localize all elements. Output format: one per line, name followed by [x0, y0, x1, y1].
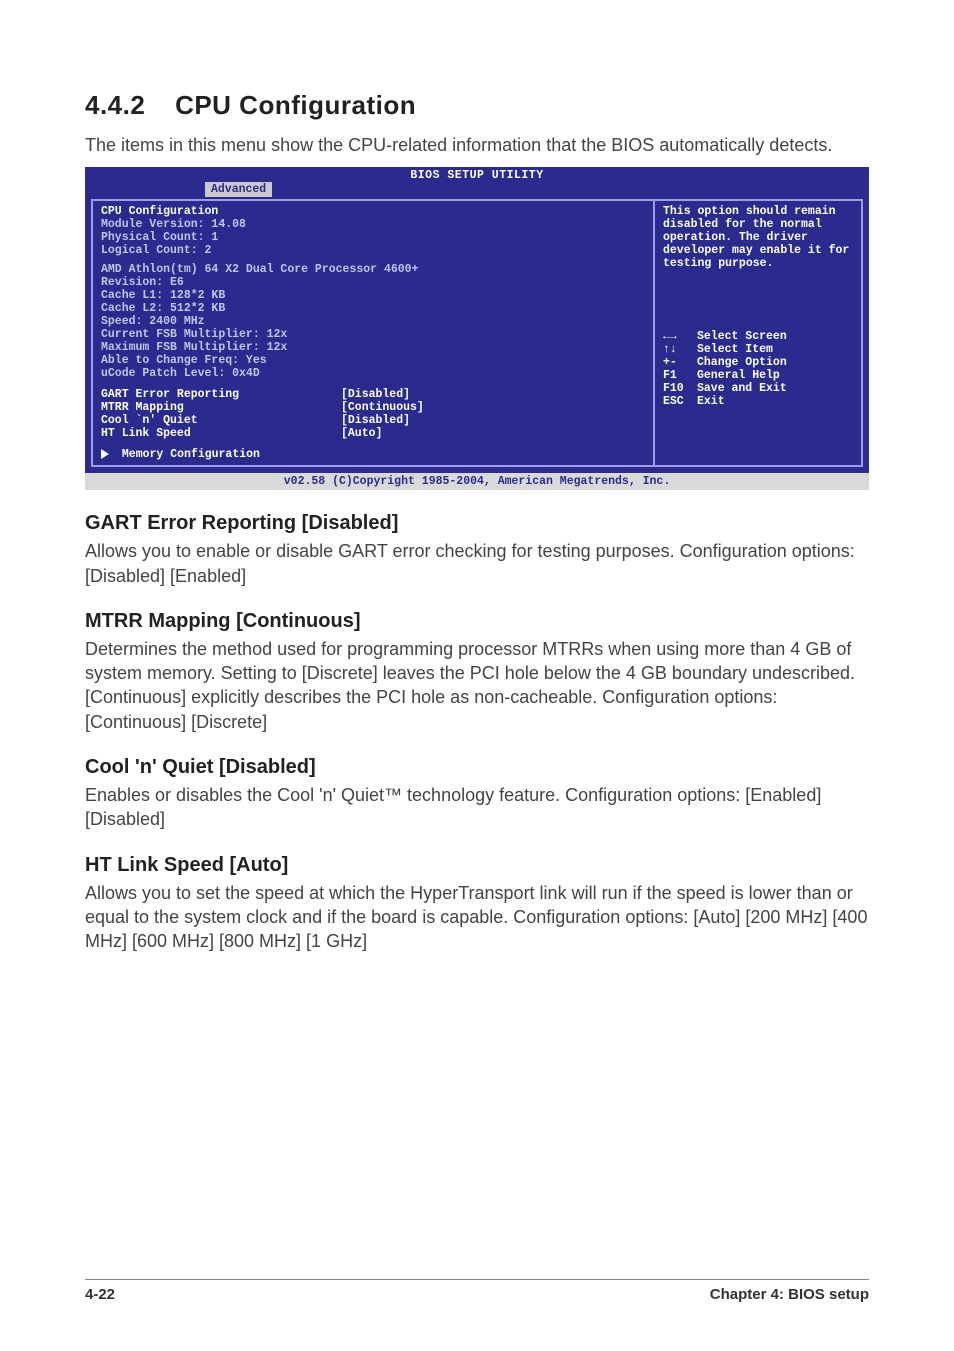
option-gart-heading: GART Error Reporting [Disabled]: [85, 512, 869, 535]
page-footer: 4-22 Chapter 4: BIOS setup: [85, 1279, 869, 1303]
option-cool-n-quiet: Cool 'n' Quiet [Disabled] Enables or dis…: [85, 756, 869, 832]
nav-key-exit: ESC: [663, 395, 697, 408]
bios-option-ht-label: HT Link Speed: [101, 427, 341, 440]
bios-right-pane: This option should remain disabled for t…: [653, 199, 863, 467]
bios-nav-hints: ←→Select Screen ↑↓Select Item +-Change O…: [663, 330, 853, 408]
submenu-arrow-icon: [101, 449, 109, 459]
nav-text-change: Change Option: [697, 356, 787, 369]
bios-cpu-configuration-label: CPU Configuration: [101, 205, 645, 218]
section-heading: 4.4.2 CPU Configuration: [85, 90, 869, 121]
bios-tab-advanced[interactable]: Advanced: [205, 182, 272, 197]
bios-title: BIOS SETUP UTILITY: [85, 167, 869, 182]
nav-text-help: General Help: [697, 369, 780, 382]
nav-text-exit: Exit: [697, 395, 725, 408]
section-number: 4.4.2: [85, 90, 145, 120]
option-cnq-heading: Cool 'n' Quiet [Disabled]: [85, 756, 869, 779]
bios-current-fsb: Current FSB Multiplier: 12x: [101, 328, 645, 341]
bios-ucode: uCode Patch Level: 0x4D: [101, 367, 645, 380]
bios-option-gart-label: GART Error Reporting: [101, 388, 341, 401]
bios-option-cool-n-quiet[interactable]: Cool `n' Quiet [Disabled]: [101, 414, 645, 427]
bios-option-gart-value: [Disabled]: [341, 388, 410, 401]
bios-footer: v02.58 (C)Copyright 1985-2004, American …: [85, 473, 869, 490]
bios-option-ht-link[interactable]: HT Link Speed [Auto]: [101, 427, 645, 440]
bios-submenu-memory[interactable]: Memory Configuration: [101, 448, 645, 461]
page-number: 4-22: [85, 1286, 115, 1303]
bios-submenu-label: Memory Configuration: [122, 448, 260, 461]
nav-key-screen: ←→: [663, 330, 697, 343]
bios-left-pane: CPU Configuration Module Version: 14.08 …: [91, 199, 653, 467]
bios-speed: Speed: 2400 MHz: [101, 315, 645, 328]
nav-key-help: F1: [663, 369, 697, 382]
option-gart: GART Error Reporting [Disabled] Allows y…: [85, 512, 869, 588]
nav-text-item: Select Item: [697, 343, 773, 356]
bios-panel: BIOS SETUP UTILITY Advanced CPU Configur…: [85, 167, 869, 490]
nav-key-change: +-: [663, 356, 697, 369]
option-cnq-body: Enables or disables the Cool 'n' Quiet™ …: [85, 783, 869, 832]
bios-option-mtrr[interactable]: MTRR Mapping [Continuous]: [101, 401, 645, 414]
nav-key-save: F10: [663, 382, 697, 395]
option-mtrr-heading: MTRR Mapping [Continuous]: [85, 610, 869, 633]
option-gart-body: Allows you to enable or disable GART err…: [85, 539, 869, 588]
option-ht-link: HT Link Speed [Auto] Allows you to set t…: [85, 854, 869, 954]
bios-option-ht-value: [Auto]: [341, 427, 382, 440]
bios-cpu-name: AMD Athlon(tm) 64 X2 Dual Core Processor…: [101, 263, 645, 276]
bios-cache-l2: Cache L2: 512*2 KB: [101, 302, 645, 315]
option-mtrr: MTRR Mapping [Continuous] Determines the…: [85, 610, 869, 734]
bios-module-version: Module Version: 14.08: [101, 218, 645, 231]
bios-option-gart[interactable]: GART Error Reporting [Disabled]: [101, 388, 645, 401]
option-mtrr-body: Determines the method used for programmi…: [85, 637, 869, 734]
bios-cache-l1: Cache L1: 128*2 KB: [101, 289, 645, 302]
nav-text-screen: Select Screen: [697, 330, 787, 343]
bios-max-fsb: Maximum FSB Multiplier: 12x: [101, 341, 645, 354]
bios-logical-count: Logical Count: 2: [101, 244, 645, 257]
section-title: CPU Configuration: [175, 90, 416, 120]
intro-text: The items in this menu show the CPU-rela…: [85, 133, 869, 157]
bios-physical-count: Physical Count: 1: [101, 231, 645, 244]
bios-able-change: Able to Change Freq: Yes: [101, 354, 645, 367]
bios-revision: Revision: E6: [101, 276, 645, 289]
bios-option-mtrr-value: [Continuous]: [341, 401, 424, 414]
bios-option-mtrr-label: MTRR Mapping: [101, 401, 341, 414]
chapter-title: Chapter 4: BIOS setup: [710, 1286, 869, 1303]
nav-text-save: Save and Exit: [697, 382, 787, 395]
option-ht-heading: HT Link Speed [Auto]: [85, 854, 869, 877]
bios-help-text: This option should remain disabled for t…: [663, 205, 853, 270]
bios-option-cnq-label: Cool `n' Quiet: [101, 414, 341, 427]
bios-option-cnq-value: [Disabled]: [341, 414, 410, 427]
nav-key-item: ↑↓: [663, 343, 697, 356]
option-ht-body: Allows you to set the speed at which the…: [85, 881, 869, 954]
